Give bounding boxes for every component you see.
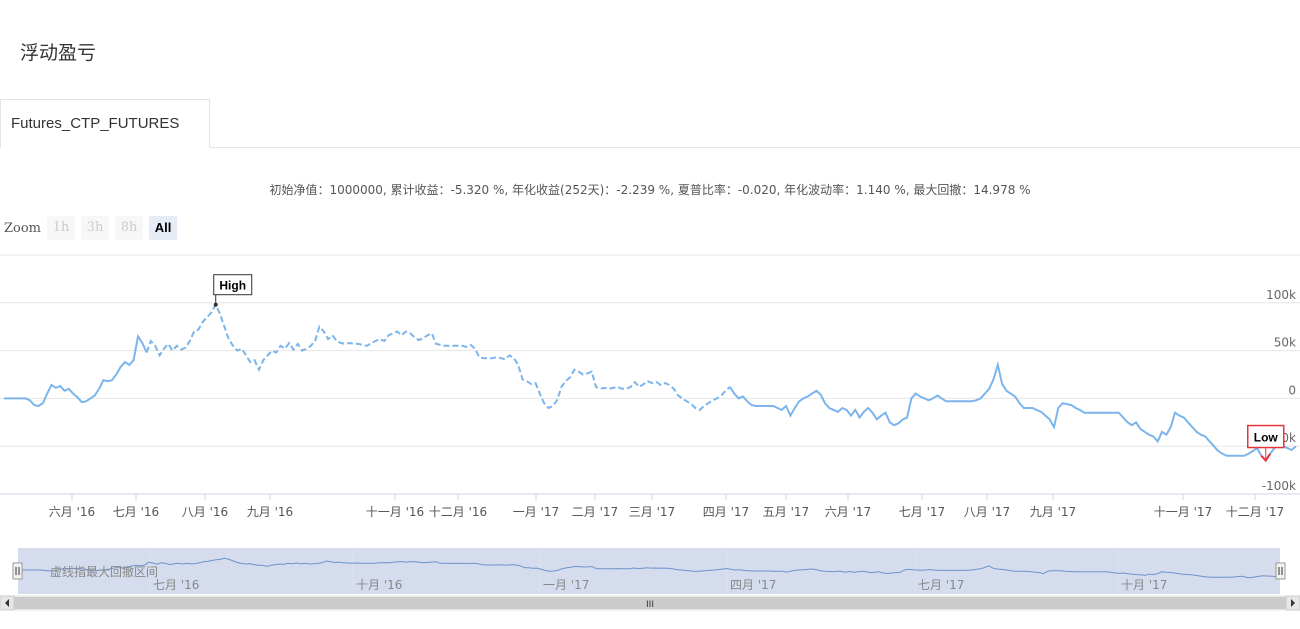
x-tick-label: 八月 '16	[182, 505, 228, 519]
chart-grid	[0, 254, 1300, 447]
y-tick-label: 100k	[1266, 288, 1296, 302]
navigator-tick-label: 一月 '17	[543, 578, 589, 592]
pnl-chart: 100k50k0-50k-100k 六月 '16七月 '16八月 '16九月 '…	[0, 254, 1300, 611]
x-tick-label: 九月 '16	[247, 505, 293, 519]
x-tick-label: 三月 '17	[629, 505, 675, 519]
navigator-handle-right[interactable]	[1275, 562, 1286, 580]
y-tick-label: 50k	[1274, 336, 1296, 350]
navigator-handle-left[interactable]	[12, 562, 23, 580]
x-tick-label: 十二月 '17	[1226, 505, 1284, 519]
navigator-tick-label: 四月 '17	[730, 578, 776, 592]
high-callout-label: High	[219, 279, 246, 293]
navigator-tick-label: 十月 '16	[356, 578, 402, 592]
x-tick-label: 六月 '16	[49, 505, 95, 519]
scrollbar[interactable]: III	[0, 595, 1300, 611]
series-line-solid[interactable]	[4, 333, 148, 408]
series-line-drawdown[interactable]	[145, 302, 731, 412]
x-tick-label: 二月 '17	[572, 505, 618, 519]
scrollbar-grip: III	[646, 600, 654, 610]
x-tick-label: 六月 '17	[825, 505, 871, 519]
navigator[interactable]: 虚线指最大回撤区间 七月 '16 十月 '16 一月 '17 四月 '17 七月 '17…	[0, 547, 1300, 595]
x-tick-label: 十二月 '16	[429, 505, 487, 519]
x-tick-label: 八月 '17	[964, 505, 1010, 519]
x-tick-label: 四月 '17	[703, 505, 749, 519]
navigator-tick-label: 七月 '17	[918, 578, 964, 592]
x-tick-label: 五月 '17	[763, 505, 809, 519]
navigator-tick-label: 七月 '16	[153, 578, 199, 592]
x-tick-label: 十一月 '17	[1154, 505, 1212, 519]
x-tick-label: 一月 '17	[513, 505, 559, 519]
x-tick-label: 七月 '16	[113, 505, 159, 519]
navigator-tick-label: 十月 '17	[1121, 578, 1167, 592]
y-axis-labels: 100k50k0-50k-100k	[1262, 288, 1296, 493]
x-tick-label: 七月 '17	[899, 505, 945, 519]
x-axis-labels: 六月 '16 七月 '16 八月 '16 九月 '16 十一月 '16 十二月 '16 一月…	[49, 494, 1284, 519]
low-callout-label: Low	[1254, 431, 1279, 445]
navigator-legend-text: 虚线指最大回撤区间	[50, 564, 158, 579]
pnl-series[interactable]	[4, 302, 1297, 463]
y-tick-label: -100k	[1262, 479, 1296, 493]
x-tick-label: 十一月 '16	[366, 505, 424, 519]
x-tick-label: 九月 '17	[1030, 505, 1076, 519]
navigator-selection-mask[interactable]	[18, 548, 1280, 594]
y-tick-label: 0	[1288, 383, 1296, 397]
